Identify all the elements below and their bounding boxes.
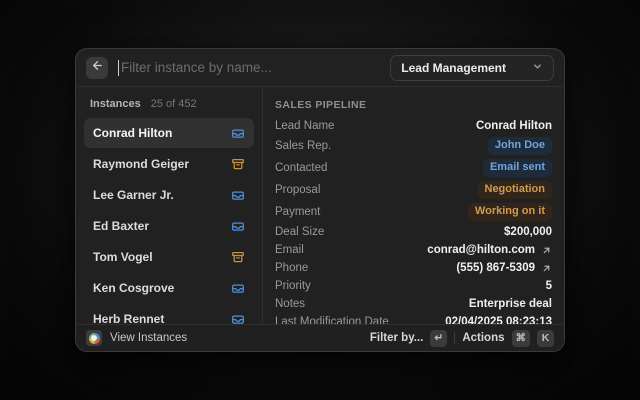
- detail-value: Enterprise deal: [469, 298, 552, 310]
- detail-value-text: (555) 867-5309: [456, 262, 535, 274]
- instance-list-item[interactable]: Lee Garner Jr.: [84, 180, 254, 210]
- instance-name: Raymond Geiger: [93, 157, 189, 171]
- detail-row: Priority 5: [275, 277, 552, 295]
- detail-row: Phone (555) 867-5309: [275, 259, 552, 277]
- detail-label: Contacted: [275, 162, 327, 174]
- status-badge: John Doe: [488, 137, 552, 155]
- detail-value-text: Enterprise deal: [469, 298, 552, 310]
- inbox-icon: [231, 281, 245, 295]
- instance-list-item[interactable]: Ed Baxter: [84, 211, 254, 241]
- inbox-icon: [231, 188, 245, 202]
- actions-button[interactable]: Actions: [462, 332, 504, 344]
- header-bar: Filter instance by name... Lead Manageme…: [76, 49, 564, 87]
- arrow-left-icon: [91, 59, 104, 77]
- instance-list-item[interactable]: Conrad Hilton: [84, 118, 254, 148]
- desktop-backdrop: Filter instance by name... Lead Manageme…: [0, 0, 640, 400]
- open-external-icon: [541, 263, 552, 274]
- detail-value-text: conrad@hilton.com: [427, 244, 535, 256]
- section-title: SALES PIPELINE: [275, 95, 552, 117]
- detail-value-text: 5: [546, 280, 552, 292]
- footer-command-label: View Instances: [110, 332, 187, 344]
- detail-value-text: Conrad Hilton: [476, 120, 552, 132]
- detail-value: $200,000: [504, 226, 552, 238]
- instances-list-header: Instances 25 of 452: [84, 93, 254, 118]
- detail-row: Sales Rep. John Doe: [275, 135, 552, 157]
- search-input[interactable]: Filter instance by name...: [118, 60, 380, 76]
- search-placeholder: Filter instance by name...: [121, 60, 272, 75]
- instance-name: Ed Baxter: [93, 219, 149, 233]
- detail-value: Conrad Hilton: [476, 120, 552, 132]
- instance-list-item[interactable]: Ken Cosgrove: [84, 273, 254, 303]
- detail-value[interactable]: conrad@hilton.com: [427, 244, 552, 256]
- instance-name: Lee Garner Jr.: [93, 188, 174, 202]
- k-key-icon: K: [537, 330, 554, 347]
- detail-panel: SALES PIPELINE Lead Name Conrad Hilton Sal…: [263, 87, 564, 324]
- instance-list-item[interactable]: Raymond Geiger: [84, 149, 254, 179]
- instances-count: 25 of 452: [151, 98, 197, 110]
- archive-icon: [231, 250, 245, 264]
- detail-label: Lead Name: [275, 120, 334, 132]
- window-body: Instances 25 of 452 Conrad Hilton Raymond…: [76, 87, 564, 324]
- cmd-key-icon: ⌘: [512, 330, 531, 347]
- detail-row: Email conrad@hilton.com: [275, 241, 552, 259]
- app-window: Filter instance by name... Lead Manageme…: [75, 48, 565, 352]
- open-external-icon: [541, 245, 552, 256]
- detail-value: Working on it: [468, 203, 552, 221]
- status-badge: Negotiation: [478, 181, 553, 199]
- detail-row: Deal Size $200,000: [275, 223, 552, 241]
- text-cursor: [118, 60, 119, 76]
- detail-rows: Lead Name Conrad Hilton Sales Rep. John Doe…: [275, 117, 552, 331]
- detail-value-text: $200,000: [504, 226, 552, 238]
- detail-row: Proposal Negotiation: [275, 179, 552, 201]
- detail-label: Payment: [275, 206, 320, 218]
- dropdown-selected-value: Lead Management: [401, 61, 506, 75]
- detail-label: Priority: [275, 280, 311, 292]
- command-dropdown[interactable]: Lead Management: [390, 55, 554, 81]
- detail-label: Phone: [275, 262, 308, 274]
- instance-list-item[interactable]: Tom Vogel: [84, 242, 254, 272]
- footer-divider: [454, 332, 455, 344]
- archive-icon: [231, 157, 245, 171]
- detail-value: 5: [546, 280, 552, 292]
- inbox-icon: [231, 126, 245, 140]
- detail-label: Sales Rep.: [275, 140, 331, 152]
- filter-by-button[interactable]: Filter by...: [370, 332, 423, 344]
- status-badge: Email sent: [483, 159, 552, 177]
- detail-label: Proposal: [275, 184, 320, 196]
- footer-actions: Filter by... ↵ Actions ⌘ K: [370, 330, 554, 347]
- instances-list: Conrad Hilton Raymond Geiger Lee Garner Jr…: [84, 118, 254, 335]
- chevron-down-icon: [532, 59, 543, 77]
- instances-title: Instances: [90, 98, 141, 110]
- back-button[interactable]: [86, 57, 108, 79]
- detail-value: Email sent: [483, 159, 552, 177]
- detail-row: Contacted Email sent: [275, 157, 552, 179]
- instance-name: Conrad Hilton: [93, 126, 172, 140]
- instance-name: Tom Vogel: [93, 250, 153, 264]
- detail-label: Notes: [275, 298, 305, 310]
- enter-key-icon: ↵: [430, 330, 447, 347]
- detail-row: Payment Working on it: [275, 201, 552, 223]
- instance-name: Ken Cosgrove: [93, 281, 174, 295]
- app-logo-icon: [86, 330, 102, 346]
- status-badge: Working on it: [468, 203, 552, 221]
- detail-value: John Doe: [488, 137, 552, 155]
- inbox-icon: [231, 219, 245, 233]
- instances-list-panel: Instances 25 of 452 Conrad Hilton Raymond…: [76, 87, 263, 324]
- footer-bar: View Instances Filter by... ↵ Actions ⌘ …: [76, 324, 564, 351]
- detail-value: Negotiation: [478, 181, 553, 199]
- detail-label: Deal Size: [275, 226, 324, 238]
- detail-row: Lead Name Conrad Hilton: [275, 117, 552, 135]
- detail-label: Email: [275, 244, 304, 256]
- detail-value[interactable]: (555) 867-5309: [456, 262, 552, 274]
- detail-row: Notes Enterprise deal: [275, 295, 552, 313]
